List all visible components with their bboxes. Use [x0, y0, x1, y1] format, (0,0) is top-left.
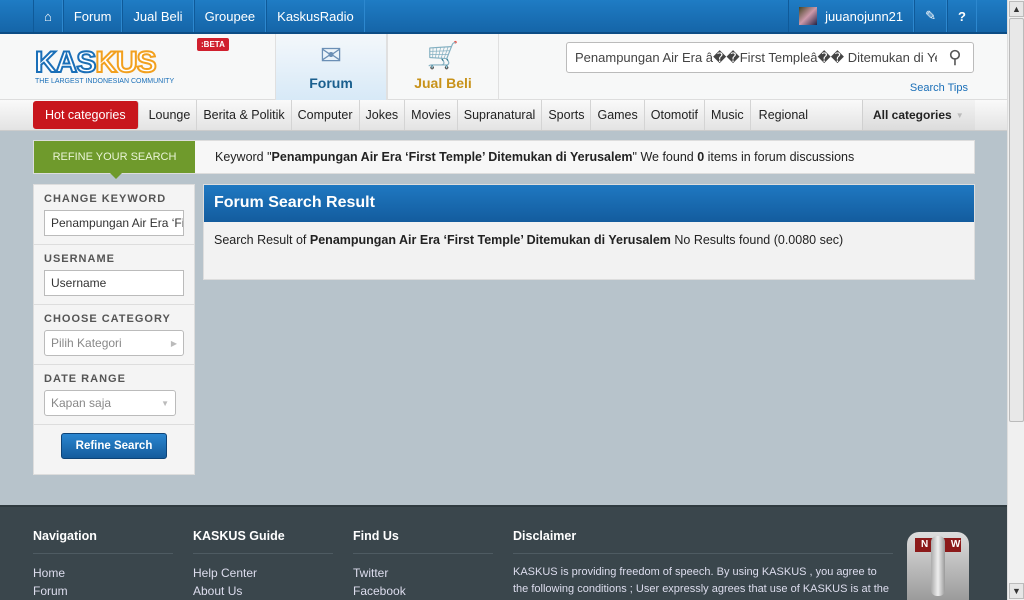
scroll-thumb[interactable] — [1009, 18, 1024, 422]
footer-link-twitter[interactable]: Twitter — [353, 564, 493, 582]
scrollbar[interactable]: ▲ ▼ — [1007, 0, 1024, 600]
footer-link-help[interactable]: Help Center — [193, 564, 333, 582]
nav-groupee[interactable]: Groupee — [193, 0, 267, 32]
logo-tagline: THE LARGEST INDONESIAN COMMUNITY — [35, 78, 175, 85]
category-lounge[interactable]: Lounge — [143, 100, 198, 130]
search-result-panel: Forum Search Result Search Result of Pen… — [203, 184, 975, 280]
refine-label: REFINE YOUR SEARCH — [34, 141, 195, 179]
cart-icon: 🛒 — [426, 40, 460, 70]
search-icon[interactable]: ⚲ — [937, 47, 973, 68]
all-categories-dropdown[interactable]: All categories ▼ — [862, 100, 975, 130]
footer-link-forum[interactable]: Forum — [33, 582, 173, 600]
all-categories-label: All categories — [873, 108, 952, 122]
chevron-right-icon: ▶ — [170, 338, 177, 348]
keyword-input[interactable]: Penampungan Air Era ‘First Temple’ Ditem… — [44, 210, 184, 236]
header: KASKUS THE LARGEST INDONESIAN COMMUNITY … — [0, 34, 1007, 100]
category-computer[interactable]: Computer — [292, 100, 360, 130]
result-title: Forum Search Result — [204, 185, 974, 222]
username-input[interactable]: Username — [44, 270, 184, 296]
avatar — [799, 7, 818, 25]
footer: Navigation Home Forum KASKUS Guide Help Cen… — [0, 505, 1007, 600]
keyword-summary: Keyword "Penampungan Air Era ‘First Temp… — [215, 150, 855, 164]
refine-bar: REFINE YOUR SEARCH Keyword "Penampungan … — [33, 140, 975, 179]
beta-badge: :BETA — [197, 38, 229, 51]
date-range-select[interactable]: Kapan saja ▼ — [44, 390, 176, 416]
category-sports[interactable]: Sports — [542, 100, 592, 130]
footer-disclaimer-title: Disclaimer — [513, 529, 893, 554]
category-music[interactable]: Music — [705, 100, 751, 130]
category-supranatural[interactable]: Supranatural — [458, 100, 543, 130]
chevron-down-icon: ▼ — [161, 398, 169, 408]
footer-link-home[interactable]: Home — [33, 564, 173, 582]
nav-jual-beli[interactable]: Jual Beli — [122, 0, 194, 32]
kaskus-logo[interactable]: KASKUS THE LARGEST INDONESIAN COMMUNITY … — [34, 38, 229, 96]
category-jokes[interactable]: Jokes — [360, 100, 406, 130]
search-tips-link[interactable]: Search Tips — [910, 82, 968, 94]
change-keyword-label: CHANGE KEYWORD — [44, 193, 167, 205]
footer-nav-title: Navigation — [33, 529, 173, 554]
footer-guide-title: KASKUS Guide — [193, 529, 333, 554]
forum-icon: ✉ — [320, 40, 342, 70]
result-text: Search Result of Penampungan Air Era ‘Fi… — [214, 233, 844, 247]
tab-forum[interactable]: ✉ Forum — [275, 34, 387, 100]
help-icon[interactable]: ? — [947, 0, 977, 32]
category-movies[interactable]: Movies — [405, 100, 458, 130]
nav-kaskusradio[interactable]: KaskusRadio — [266, 0, 365, 32]
date-range-label: DATE RANGE — [44, 373, 126, 385]
hot-categories[interactable]: Hot categories — [33, 101, 139, 129]
home-icon[interactable]: ⌂ — [33, 0, 63, 32]
user-menu[interactable]: juuanojunn21 — [788, 0, 915, 32]
search-box: ⚲ — [566, 42, 974, 73]
tab-jual-beli[interactable]: 🛒 Jual Beli — [387, 34, 499, 100]
category-bar: Hot categories Lounge Berita & Politik C… — [0, 100, 1007, 131]
nav-forum[interactable]: Forum — [62, 0, 123, 32]
tab-label: Jual Beli — [414, 75, 472, 91]
pencil-icon[interactable]: ✎ — [914, 0, 948, 32]
search-input[interactable] — [567, 50, 937, 65]
tab-label: Forum — [309, 75, 353, 91]
footer-find-title: Find Us — [353, 529, 493, 554]
username: juuanojunn21 — [825, 8, 904, 24]
refine-sidebar: CHANGE KEYWORD Penampungan Air Era ‘First… — [33, 184, 195, 475]
footer-link-facebook[interactable]: Facebook — [353, 582, 493, 600]
top-nav: ⌂ Forum Jual Beli Groupee KaskusRadio ju… — [0, 0, 1007, 34]
scroll-down-icon[interactable]: ▼ — [1009, 583, 1024, 599]
category-games[interactable]: Games — [591, 100, 645, 130]
disclaimer-text: KASKUS is providing freedom of speech. B… — [513, 566, 890, 595]
toggle-switch-icon[interactable]: NEW — [907, 532, 969, 600]
category-label: CHOOSE CATEGORY — [44, 313, 171, 325]
footer-link-about[interactable]: About Us — [193, 582, 333, 600]
category-regional[interactable]: Regional — [751, 100, 814, 130]
chevron-down-icon: ▼ — [955, 110, 964, 120]
scroll-up-icon[interactable]: ▲ — [1009, 1, 1024, 17]
category-otomotif[interactable]: Otomotif — [645, 100, 706, 130]
refine-search-button[interactable]: Refine Search — [61, 433, 167, 459]
username-label: USERNAME — [44, 253, 115, 265]
category-select[interactable]: Pilih Kategori ▶ — [44, 330, 184, 356]
category-berita-politik[interactable]: Berita & Politik — [197, 100, 292, 130]
